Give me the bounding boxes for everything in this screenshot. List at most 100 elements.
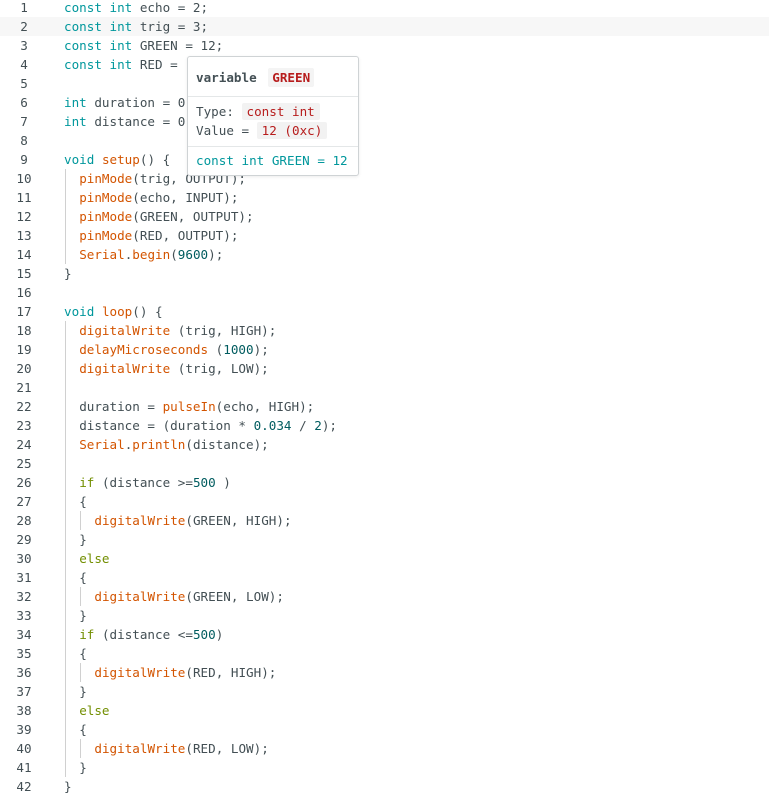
line-code: if (distance <=500): [79, 625, 223, 644]
line-number: 18: [16, 323, 32, 338]
line-number: 23: [16, 418, 32, 433]
code-token: int: [64, 95, 87, 110]
code-token: trig = 3;: [132, 19, 209, 34]
code-token: (GREEN, HIGH);: [185, 513, 292, 528]
code-line[interactable]: 4 const int RED =: [0, 55, 769, 74]
code-token: 0.034: [253, 418, 292, 433]
line-number: 40: [16, 741, 32, 756]
code-line[interactable]: 41}: [0, 758, 769, 777]
code-line[interactable]: 21: [0, 378, 769, 397]
code-line[interactable]: 35 {: [0, 644, 769, 663]
code-token: void: [64, 152, 95, 167]
code-token: int: [64, 114, 87, 129]
code-token: distance = (duration *: [79, 418, 254, 433]
code-line[interactable]: 22 duration = pulseIn(echo, HIGH);: [0, 397, 769, 416]
line-number: 42: [16, 779, 32, 794]
code-line[interactable]: 39 {: [0, 720, 769, 739]
code-token: }: [79, 684, 87, 699]
code-line[interactable]: 31 {: [0, 568, 769, 587]
code-line[interactable]: 8: [0, 131, 769, 150]
line-number: 26: [16, 475, 32, 490]
code-line[interactable]: 17 void loop() {: [0, 302, 769, 321]
code-line[interactable]: 10 pinMode(trig, OUTPUT);: [0, 169, 769, 188]
line-number: 27: [16, 494, 32, 509]
code-token: 9600: [177, 247, 209, 262]
line-code: void setup() {: [64, 150, 170, 169]
code-line[interactable]: 26 if (distance >=500 ): [0, 473, 769, 492]
code-token: {: [79, 494, 87, 509]
code-line[interactable]: 40 digitalWrite(RED, LOW);: [0, 739, 769, 758]
line-number: 17: [16, 304, 32, 319]
code-line[interactable]: 5: [0, 74, 769, 93]
code-line[interactable]: 14 Serial.begin(9600);: [0, 245, 769, 264]
code-line[interactable]: 1 const int echo = 2;: [0, 0, 769, 17]
code-line[interactable]: 12 pinMode(GREEN, OUTPUT);: [0, 207, 769, 226]
code-line[interactable]: 11 pinMode(echo, INPUT);: [0, 188, 769, 207]
code-token: duration = 0: [86, 95, 186, 110]
indent-guide: [65, 169, 66, 264]
code-line[interactable]: 20 digitalWrite (trig, LOW);: [0, 359, 769, 378]
code-line[interactable]: 18 digitalWrite (trig, HIGH);: [0, 321, 769, 340]
line-number: 4: [20, 57, 28, 72]
line-number: 12: [16, 209, 32, 224]
code-line[interactable]: 7 int distance = 0: [0, 112, 769, 131]
line-code: digitalWrite(RED, HIGH);: [94, 663, 276, 682]
tooltip-declaration-text: const int GREEN = 12: [196, 153, 348, 168]
code-line[interactable]: 42}: [0, 777, 769, 796]
line-number: 25: [16, 456, 32, 471]
code-line[interactable]: 16: [0, 283, 769, 302]
line-code: else: [79, 701, 109, 720]
code-line[interactable]: 33}: [0, 606, 769, 625]
line-number: 5: [20, 76, 28, 91]
code-line[interactable]: 25: [0, 454, 769, 473]
line-code: const int trig = 3;: [64, 17, 208, 36]
line-code: pinMode(GREEN, OUTPUT);: [79, 207, 253, 226]
code-line[interactable]: 24 Serial.println(distance);: [0, 435, 769, 454]
code-line[interactable]: 19 delayMicroseconds (1000);: [0, 340, 769, 359]
code-line[interactable]: 15}: [0, 264, 769, 283]
line-number: 14: [16, 247, 32, 262]
code-line[interactable]: 27 {: [0, 492, 769, 511]
line-code: }: [64, 264, 72, 283]
code-line[interactable]: 32 digitalWrite(GREEN, LOW);: [0, 587, 769, 606]
indent-guide: [65, 321, 66, 777]
line-code: {: [79, 568, 87, 587]
code-line[interactable]: 38 else: [0, 701, 769, 720]
code-line[interactable]: 6 int duration = 0: [0, 93, 769, 112]
code-token: (RED, HIGH);: [185, 665, 277, 680]
code-line[interactable]: 36 digitalWrite(RED, HIGH);: [0, 663, 769, 682]
code-editor[interactable]: 1 const int echo = 2; 2 const int trig = 3;…: [0, 0, 769, 802]
line-code: digitalWrite(GREEN, LOW);: [94, 587, 284, 606]
line-number: 3: [20, 38, 28, 53]
code-token: setup: [101, 152, 140, 167]
code-token: void: [64, 304, 95, 319]
code-token: );: [253, 342, 269, 357]
code-token: begin: [132, 247, 171, 262]
code-line[interactable]: 3 const int GREEN = 12;: [0, 36, 769, 55]
code-line[interactable]: 2 const int trig = 3;: [0, 17, 769, 36]
line-code: const int RED =: [64, 55, 178, 74]
line-code: else: [79, 549, 109, 568]
code-line[interactable]: 34 if (distance <=500): [0, 625, 769, 644]
code-token: (: [170, 247, 178, 262]
code-line[interactable]: 23 distance = (duration * 0.034 / 2);: [0, 416, 769, 435]
code-line[interactable]: 28 digitalWrite(GREEN, HIGH);: [0, 511, 769, 530]
code-line[interactable]: 29}: [0, 530, 769, 549]
code-token: }: [64, 266, 72, 281]
code-token: }: [64, 779, 72, 794]
code-token: pinMode: [79, 171, 133, 186]
code-line[interactable]: 37}: [0, 682, 769, 701]
line-number: 41: [16, 760, 32, 775]
code-line[interactable]: 13 pinMode(RED, OUTPUT);: [0, 226, 769, 245]
line-code: pinMode(RED, OUTPUT);: [79, 226, 238, 245]
code-token: 2: [314, 418, 322, 433]
tooltip-symbol-name: GREEN: [268, 68, 315, 87]
code-token: );: [208, 247, 224, 262]
code-token: () {: [139, 152, 171, 167]
code-line[interactable]: 30 else: [0, 549, 769, 568]
code-token: (: [208, 342, 224, 357]
code-line[interactable]: 9 void setup() {: [0, 150, 769, 169]
